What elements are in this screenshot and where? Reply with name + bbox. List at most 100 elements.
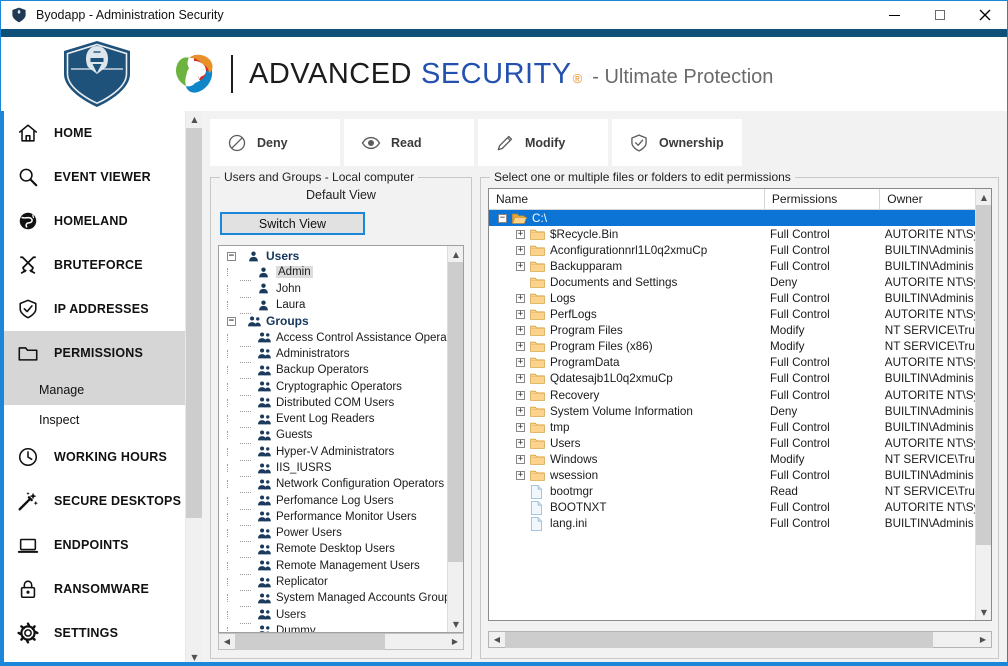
users-tree-item[interactable]: Dummy: [219, 623, 448, 633]
tree-expand-icon[interactable]: +: [516, 326, 525, 335]
files-table-row[interactable]: +RecoveryFull ControlAUTORITE NT\Sy: [489, 387, 991, 403]
files-table-row[interactable]: +ProgramDataFull ControlAUTORITE NT\Sy: [489, 355, 991, 371]
sidebar-item-endpoints[interactable]: ENDPOINTS: [4, 523, 185, 567]
users-tree-item[interactable]: Administrators: [219, 346, 448, 362]
files-table-row[interactable]: +BackupparamFull ControlBUILTIN\Adminis: [489, 258, 991, 274]
tree-expand-icon[interactable]: +: [516, 262, 525, 271]
tree-expand-icon[interactable]: +: [516, 342, 525, 351]
tree-collapse-icon[interactable]: −: [498, 214, 507, 223]
files-hscroll-thumb[interactable]: [505, 632, 933, 648]
users-tree-item[interactable]: Power Users: [219, 525, 448, 541]
files-table-row[interactable]: +UsersFull ControlAUTORITE NT\Sy: [489, 435, 991, 451]
files-scroll-up-icon[interactable]: ▲: [976, 189, 992, 205]
files-table-row[interactable]: +Program FilesModifyNT SERVICE\Trus: [489, 323, 991, 339]
users-hscroll-right-icon[interactable]: ▶: [447, 634, 463, 650]
sidebar-subitem-inspect[interactable]: Inspect: [4, 405, 185, 435]
action-modify-button[interactable]: Modify: [478, 119, 608, 166]
files-table-row[interactable]: +System Volume InformationDenyBUILTIN\Ad…: [489, 403, 991, 419]
files-table-row[interactable]: lang.iniFull ControlBUILTIN\Adminis: [489, 516, 991, 532]
sidebar-item-working-hours[interactable]: WORKING HOURS: [4, 435, 185, 479]
files-table-row[interactable]: bootmgrReadNT SERVICE\Trus: [489, 484, 991, 500]
tree-expand-icon[interactable]: +: [516, 294, 525, 303]
users-tree-item[interactable]: Performance Monitor Users: [219, 509, 448, 525]
users-tree-item[interactable]: −Users: [219, 248, 448, 264]
files-table-row[interactable]: −C:\: [489, 210, 991, 226]
files-tree-view[interactable]: NamePermissionsOwner −C:\+$Recycle.BinFu…: [488, 188, 992, 621]
sidebar-item-bruteforce[interactable]: BRUTEFORCE: [4, 243, 185, 287]
users-tree-item[interactable]: Distributed COM Users: [219, 395, 448, 411]
tree-expand-icon[interactable]: +: [516, 471, 525, 480]
files-table-row[interactable]: +Aconfigurationnrl1L0q2xmuCpFull Control…: [489, 242, 991, 258]
users-tree-scroll-up-icon[interactable]: ▲: [448, 246, 464, 262]
users-tree-item[interactable]: Hyper-V Administrators: [219, 444, 448, 460]
files-scroll-thumb[interactable]: [976, 205, 992, 545]
files-vertical-scrollbar[interactable]: ▲ ▼: [975, 189, 991, 620]
files-table-row[interactable]: +PerfLogsFull ControlAUTORITE NT\Sy: [489, 307, 991, 323]
sidebar-scroll-thumb[interactable]: [186, 128, 203, 518]
action-ownership-button[interactable]: Ownership: [612, 119, 742, 166]
sidebar-scroll-up-icon[interactable]: ▲: [186, 111, 203, 128]
files-table-row[interactable]: +tmpFull ControlBUILTIN\Adminis: [489, 419, 991, 435]
files-column-header[interactable]: Permissions: [765, 189, 880, 209]
action-read-button[interactable]: Read: [344, 119, 474, 166]
files-table-row[interactable]: +LogsFull ControlBUILTIN\Adminis: [489, 290, 991, 306]
sidebar-item-home[interactable]: HOME: [4, 111, 185, 155]
sidebar-item-secure-desktops[interactable]: SECURE DESKTOPS: [4, 479, 185, 523]
tree-expand-icon[interactable]: +: [516, 455, 525, 464]
sidebar-item-settings[interactable]: SETTINGS: [4, 611, 185, 655]
users-tree-item[interactable]: System Managed Accounts Group: [219, 590, 448, 606]
action-deny-button[interactable]: Deny: [210, 119, 340, 166]
users-tree-item[interactable]: Cryptographic Operators: [219, 378, 448, 394]
users-tree-item[interactable]: Perfomance Log Users: [219, 492, 448, 508]
users-tree-item[interactable]: Backup Operators: [219, 362, 448, 378]
files-scroll-down-icon[interactable]: ▼: [976, 604, 992, 620]
users-tree-item[interactable]: Remote Desktop Users: [219, 541, 448, 557]
users-hscroll-left-icon[interactable]: ◀: [219, 634, 235, 650]
tree-expand-icon[interactable]: +: [516, 407, 525, 416]
sidebar-item-homeland[interactable]: HOMELAND: [4, 199, 185, 243]
switch-view-button[interactable]: Switch View: [220, 212, 365, 235]
tree-expand-icon[interactable]: +: [516, 246, 525, 255]
files-horizontal-scrollbar[interactable]: ◀ ▶: [488, 631, 992, 648]
users-tree-item[interactable]: Replicator: [219, 574, 448, 590]
files-table-row[interactable]: Documents and SettingsDenyAUTORITE NT\Sy: [489, 274, 991, 290]
users-tree-horizontal-scrollbar[interactable]: ◀ ▶: [218, 633, 464, 650]
files-hscroll-left-icon[interactable]: ◀: [489, 632, 505, 648]
users-groups-tree[interactable]: −UsersAdminJohnLaura−GroupsAccess Contro…: [218, 245, 464, 633]
tree-expand-icon[interactable]: +: [516, 391, 525, 400]
maximize-button[interactable]: [917, 1, 962, 29]
sidebar-item-permissions[interactable]: PERMISSIONS: [4, 331, 185, 375]
tree-expand-icon[interactable]: +: [516, 230, 525, 239]
users-tree-item[interactable]: Event Log Readers: [219, 411, 448, 427]
tree-expand-icon[interactable]: +: [516, 439, 525, 448]
users-tree-item[interactable]: Guests: [219, 427, 448, 443]
tree-collapse-icon[interactable]: −: [227, 252, 236, 261]
users-tree-scroll-down-icon[interactable]: ▼: [448, 616, 464, 632]
users-tree-item[interactable]: Remote Management Users: [219, 558, 448, 574]
tree-collapse-icon[interactable]: −: [227, 317, 236, 326]
tree-expand-icon[interactable]: +: [516, 310, 525, 319]
files-hscroll-right-icon[interactable]: ▶: [975, 632, 991, 648]
files-table-row[interactable]: +wsessionFull ControlBUILTIN\Adminis: [489, 468, 991, 484]
users-tree-vertical-scrollbar[interactable]: ▲ ▼: [447, 246, 463, 632]
users-hscroll-thumb[interactable]: [235, 634, 385, 650]
tree-expand-icon[interactable]: +: [516, 423, 525, 432]
users-tree-item[interactable]: −Groups: [219, 313, 448, 329]
files-table-row[interactable]: BOOTNXTFull ControlAUTORITE NT\Sy: [489, 500, 991, 516]
sidebar-item-event-viewer[interactable]: EVENT VIEWER: [4, 155, 185, 199]
users-tree-item[interactable]: Laura: [219, 297, 448, 313]
files-column-header[interactable]: Name: [489, 189, 765, 209]
users-tree-item[interactable]: Network Configuration Operators: [219, 476, 448, 492]
sidebar-subitem-manage[interactable]: Manage: [4, 375, 185, 405]
users-tree-item[interactable]: John: [219, 281, 448, 297]
sidebar-scrollbar[interactable]: ▲ ▼: [185, 111, 202, 666]
users-tree-item[interactable]: Admin: [219, 264, 448, 280]
close-button[interactable]: [962, 1, 1007, 29]
sidebar-item-ransomware[interactable]: RANSOMWARE: [4, 567, 185, 611]
users-tree-scroll-thumb[interactable]: [448, 262, 464, 562]
files-table-row[interactable]: +WindowsModifyNT SERVICE\Trus: [489, 451, 991, 467]
sidebar-item-ip-addresses[interactable]: IP ADDRESSES: [4, 287, 185, 331]
minimize-button[interactable]: [872, 1, 917, 29]
files-table-row[interactable]: +Program Files (x86)ModifyNT SERVICE\Tru…: [489, 339, 991, 355]
users-tree-item[interactable]: IIS_IUSRS: [219, 460, 448, 476]
